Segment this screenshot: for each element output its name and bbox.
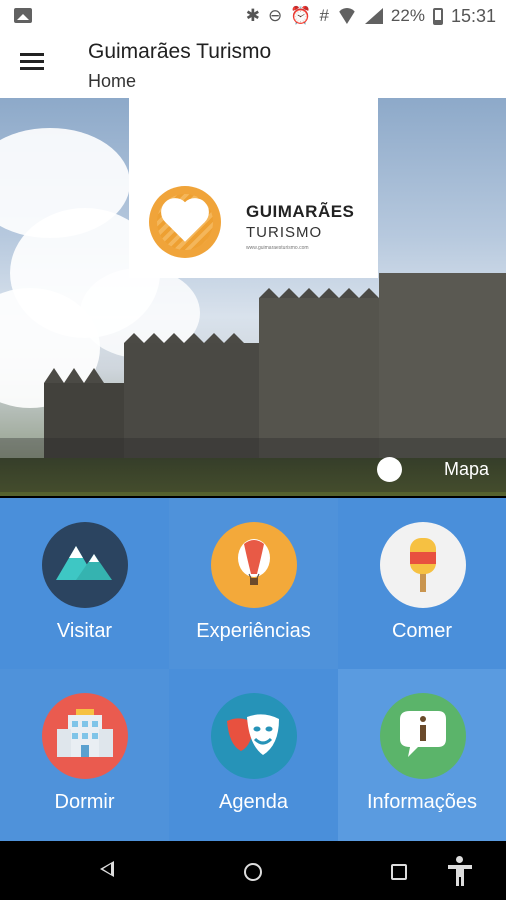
page-subtitle: Home [88, 71, 137, 91]
app-title: Guimarães Turismo [88, 40, 272, 63]
mountains-icon [42, 522, 128, 608]
system-nav-bar [0, 841, 506, 900]
app-bar: Guimarães Turismo Home [0, 32, 506, 98]
bluetooth-icon: ✱ [245, 6, 261, 25]
tile-label: Informações [366, 791, 478, 813]
map-link[interactable]: Mapa [444, 459, 489, 480]
hero-caption-strip [0, 438, 506, 492]
hot-air-balloon-icon [211, 522, 297, 608]
theater-masks-icon [211, 693, 297, 779]
wifi-icon [337, 8, 357, 24]
tile-informacoes[interactable]: Informações [338, 669, 506, 841]
tile-comer[interactable]: Comer [338, 498, 506, 669]
category-grid: Visitar Experiências Comer Dormir Agenda… [0, 498, 506, 841]
logo-card: GUIMARÃES TURISMO www.guimaraesturismo.c… [129, 98, 378, 278]
tile-visitar[interactable]: Visitar [0, 498, 169, 669]
tile-label: Dormir [54, 791, 115, 813]
popsicle-icon [380, 522, 466, 608]
signal-icon [364, 8, 383, 24]
recents-icon[interactable] [391, 864, 407, 880]
back-icon[interactable] [100, 861, 114, 877]
status-icons: ✱ ⊖ ⏰ # 22% 15:31 [246, 5, 496, 27]
carousel-dot[interactable] [377, 457, 402, 482]
info-bubble-icon [380, 693, 466, 779]
tile-experiencias[interactable]: Experiências [169, 498, 338, 669]
logo-url: www.guimaraesturismo.com [246, 245, 309, 251]
tile-label: Agenda [219, 791, 288, 813]
tile-agenda[interactable]: Agenda [169, 669, 338, 841]
tile-dormir[interactable]: Dormir [0, 669, 169, 841]
battery-percent: 22% [390, 6, 425, 25]
clock: 15:31 [450, 5, 496, 26]
logo-title: GUIMARÃES [246, 202, 355, 221]
hamburger-menu-icon[interactable] [20, 52, 46, 74]
alarm-icon: ⏰ [290, 6, 312, 25]
tile-label: Experiências [196, 620, 311, 642]
home-icon[interactable] [244, 863, 262, 881]
logo-subtitle: TURISMO [246, 224, 323, 241]
hash-icon: # [319, 6, 329, 25]
do-not-disturb-icon: ⊖ [268, 6, 283, 25]
guimaraes-heart-logo-icon [149, 186, 221, 258]
image-icon [14, 8, 32, 23]
status-bar: ✱ ⊖ ⏰ # 22% 15:31 [0, 0, 506, 32]
hotel-building-icon [42, 693, 128, 779]
tile-label: Visitar [56, 620, 113, 642]
accessibility-icon[interactable] [448, 856, 472, 886]
battery-icon [432, 7, 443, 25]
tile-label: Comer [391, 620, 452, 642]
